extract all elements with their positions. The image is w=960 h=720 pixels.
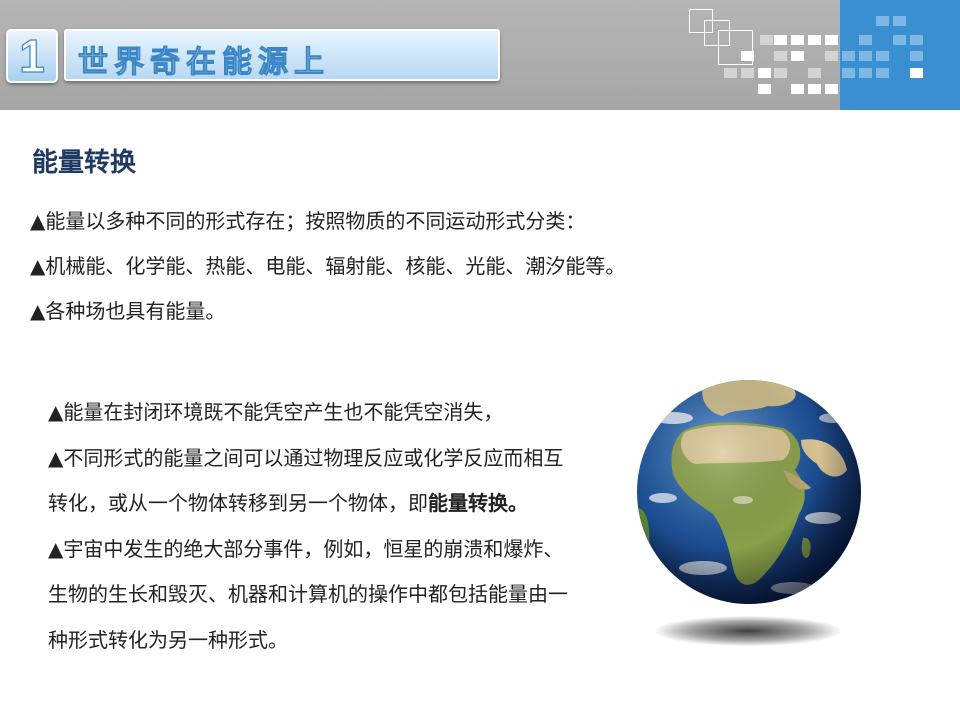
deco-square: [760, 35, 773, 45]
para-line-1: ▲能量在封闭环境既不能凭空产生也不能凭空消失，: [48, 400, 504, 424]
deco-square: [825, 35, 838, 45]
globe-shadow: [655, 616, 841, 646]
intro-line: ▲能量以多种不同的形式存在；按照物质的不同运动形式分类：: [30, 209, 586, 233]
header-band: 1 世界奇在能源上: [0, 0, 960, 110]
deco-square: [724, 68, 737, 78]
slide-number: 1: [19, 30, 46, 82]
deco-square: [859, 51, 872, 61]
para-block-2: ▲不同形式的能量之间可以通过物理反应或化学反应而相互转化，或从一个物体转移到另一…: [48, 436, 578, 527]
intro-line: ▲机械能、化学能、热能、电能、辐射能、核能、光能、潮汐能等。: [30, 254, 626, 278]
deco-square: [876, 16, 889, 26]
deco-square: [893, 16, 906, 26]
deco-square: [774, 35, 787, 45]
deco-square: [859, 35, 872, 45]
deco-square: [741, 51, 754, 61]
deco-square: [774, 68, 787, 78]
deco-square: [791, 84, 804, 94]
deco-square: [791, 51, 804, 61]
deco-square: [842, 51, 855, 61]
slide-number-badge: 1: [6, 29, 58, 83]
deco-square: [808, 35, 821, 45]
deco-square: [808, 68, 821, 78]
deco-square: [825, 51, 838, 61]
deco-square: [842, 68, 855, 78]
deco-square: [791, 35, 804, 45]
deco-square: [808, 84, 821, 94]
deco-square: [910, 51, 923, 61]
deco-square: [876, 68, 889, 78]
deco-square: [893, 35, 906, 45]
deco-square: [910, 68, 923, 78]
deco-square: [741, 68, 754, 78]
para-emphasis: 能量转换。: [428, 491, 528, 515]
deco-square: [774, 51, 787, 61]
deco-square: [910, 35, 923, 45]
deco-square: [758, 84, 771, 94]
intro-line: ▲各种场也具有能量。: [30, 299, 226, 323]
deco-square: [758, 68, 771, 78]
para-line-3: ▲宇宙中发生的绝大部分事件，例如，恒星的崩溃和爆炸、生物的生长和毁灭、机器和计算…: [48, 536, 568, 652]
deco-square: [825, 84, 838, 94]
slide-title: 世界奇在能源上: [78, 45, 330, 81]
body-paragraph: ▲能量在封闭环境既不能凭空产生也不能凭空消失， ▲不同形式的能量之间可以通过物理…: [48, 390, 598, 663]
deco-square: [876, 51, 889, 61]
section-title: 能量转换: [32, 148, 137, 178]
earth-globe-icon: [637, 380, 861, 604]
globe-image: [633, 378, 865, 658]
deco-square: [859, 68, 872, 78]
intro-list: ▲能量以多种不同的形式存在；按照物质的不同运动形式分类： ▲机械能、化学能、热能…: [30, 203, 625, 338]
slide-title-box: 世界奇在能源上: [64, 29, 500, 81]
